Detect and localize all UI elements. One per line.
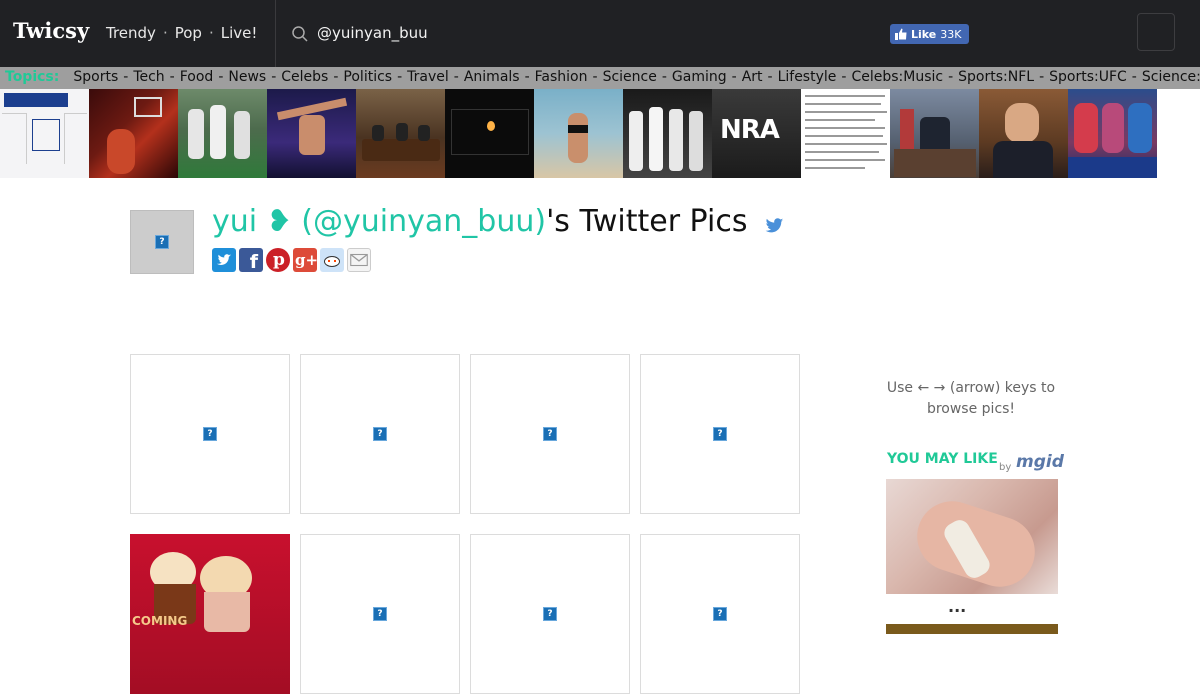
topic-science[interactable]: Science bbox=[603, 69, 657, 85]
trending-strip: NRA bbox=[0, 89, 1200, 178]
broken-image-icon: ? bbox=[155, 235, 169, 249]
topic-animals[interactable]: Animals bbox=[464, 69, 520, 85]
pic-thumbnail[interactable]: ? bbox=[470, 534, 630, 694]
page-title: yui ❥ (@yuinyan_buu)'s Twitter Pics bbox=[212, 204, 747, 239]
top-bar: Twicsy Trendy · Pop · Live! @yuinyan_buu Lik… bbox=[0, 0, 1200, 67]
share-buttons: f p g+ bbox=[212, 248, 371, 272]
trending-thumb[interactable] bbox=[178, 89, 267, 178]
topic-sports-nfl[interactable]: Sports:NFL bbox=[958, 69, 1034, 85]
like-label: Like bbox=[911, 27, 937, 41]
trending-thumb[interactable] bbox=[534, 89, 623, 178]
topic-sports-ufc[interactable]: Sports:UFC bbox=[1049, 69, 1127, 85]
topic-politics[interactable]: Politics bbox=[343, 69, 392, 85]
avatar: ? bbox=[130, 210, 194, 274]
nav-trendy[interactable]: Trendy bbox=[106, 24, 156, 42]
trending-thumb[interactable] bbox=[890, 89, 979, 178]
thumbs-up-icon bbox=[895, 28, 907, 40]
pic-thumbnail[interactable]: ? bbox=[640, 354, 800, 514]
trending-thumb[interactable] bbox=[1068, 89, 1157, 178]
topic-celebs-music[interactable]: Celebs:Music bbox=[851, 69, 943, 85]
you-may-like-heading: YOU MAY LIKE bbox=[887, 451, 998, 467]
pic-thumbnail[interactable]: ? bbox=[470, 354, 630, 514]
trending-thumb[interactable] bbox=[356, 89, 445, 178]
trending-thumb[interactable] bbox=[979, 89, 1068, 178]
pic-thumbnail[interactable]: ? bbox=[300, 354, 460, 514]
logo[interactable]: Twicsy bbox=[13, 18, 89, 43]
topic-gaming[interactable]: Gaming bbox=[672, 69, 727, 85]
pic-thumbnail[interactable]: ? bbox=[130, 354, 290, 514]
pinterest-icon[interactable]: p bbox=[266, 248, 290, 272]
trending-thumb[interactable] bbox=[89, 89, 178, 178]
trending-thumb[interactable] bbox=[445, 89, 534, 178]
pic-thumbnail[interactable]: COMING bbox=[130, 534, 290, 694]
like-count: 33K bbox=[940, 27, 962, 41]
broken-image-icon: ? bbox=[203, 427, 217, 441]
nav-pop[interactable]: Pop bbox=[175, 24, 202, 42]
topics-bar: Topics: Sports - Tech - Food - News - Celebs - Poli… bbox=[0, 67, 1200, 89]
trending-thumb[interactable] bbox=[801, 89, 890, 178]
search-icon[interactable] bbox=[291, 25, 309, 43]
title-suffix: 's Twitter Pics bbox=[546, 204, 748, 239]
broken-image-icon: ? bbox=[543, 607, 557, 621]
topic-art[interactable]: Art bbox=[742, 69, 763, 85]
mgid-logo[interactable]: mgid bbox=[1016, 452, 1064, 472]
topic-news[interactable]: News bbox=[228, 69, 266, 85]
broken-image-icon: ? bbox=[543, 427, 557, 441]
profile-name[interactable]: yui ❥ (@yuinyan_buu) bbox=[212, 204, 546, 239]
pic-thumbnail[interactable]: ? bbox=[300, 534, 460, 694]
sponsored-image[interactable] bbox=[886, 479, 1058, 594]
topic-celebs[interactable]: Celebs bbox=[281, 69, 328, 85]
nav-separator: · bbox=[208, 24, 214, 42]
sponsored-image[interactable] bbox=[886, 624, 1058, 634]
top-nav: Trendy · Pop · Live! bbox=[106, 24, 257, 42]
twitter-icon[interactable] bbox=[212, 248, 236, 272]
nav-live[interactable]: Live! bbox=[221, 24, 258, 42]
topic-lifestyle[interactable]: Lifestyle bbox=[778, 69, 837, 85]
broken-image-icon: ? bbox=[373, 607, 387, 621]
broken-image-icon: ? bbox=[373, 427, 387, 441]
google-plus-icon[interactable]: g+ bbox=[293, 248, 318, 272]
trending-thumb[interactable]: NRA bbox=[712, 89, 801, 178]
facebook-like-button[interactable]: Like 33K bbox=[890, 24, 969, 44]
trending-thumb[interactable] bbox=[267, 89, 356, 178]
keyboard-hint: Use ← → (arrow) keys to browse pics! bbox=[886, 380, 1056, 417]
search-input[interactable]: @yuinyan_buu bbox=[317, 24, 428, 42]
nav-separator: · bbox=[162, 24, 168, 42]
topic-science-space[interactable]: Science:Sp bbox=[1142, 69, 1200, 85]
facebook-icon[interactable]: f bbox=[239, 248, 263, 272]
broken-image-icon: ? bbox=[713, 427, 727, 441]
topic-tech[interactable]: Tech bbox=[133, 69, 164, 85]
ad-by-label: by bbox=[999, 462, 1012, 473]
topics-label: Topics: bbox=[5, 69, 60, 85]
trending-thumb[interactable] bbox=[623, 89, 712, 178]
topic-travel[interactable]: Travel bbox=[407, 69, 449, 85]
broken-image-icon: ? bbox=[713, 607, 727, 621]
email-icon[interactable] bbox=[347, 248, 371, 272]
coming-label: COMING bbox=[132, 614, 188, 628]
reddit-icon[interactable] bbox=[320, 248, 344, 272]
topic-fashion[interactable]: Fashion bbox=[535, 69, 588, 85]
topic-food[interactable]: Food bbox=[180, 69, 214, 85]
trending-thumb[interactable] bbox=[0, 89, 89, 178]
menu-button[interactable] bbox=[1137, 13, 1175, 51]
header-divider bbox=[275, 0, 276, 67]
pic-thumbnail[interactable]: ? bbox=[640, 534, 800, 694]
more-dots[interactable]: ... bbox=[948, 597, 966, 616]
topic-sports[interactable]: Sports bbox=[73, 69, 118, 85]
twitter-bird-icon[interactable] bbox=[765, 218, 784, 234]
